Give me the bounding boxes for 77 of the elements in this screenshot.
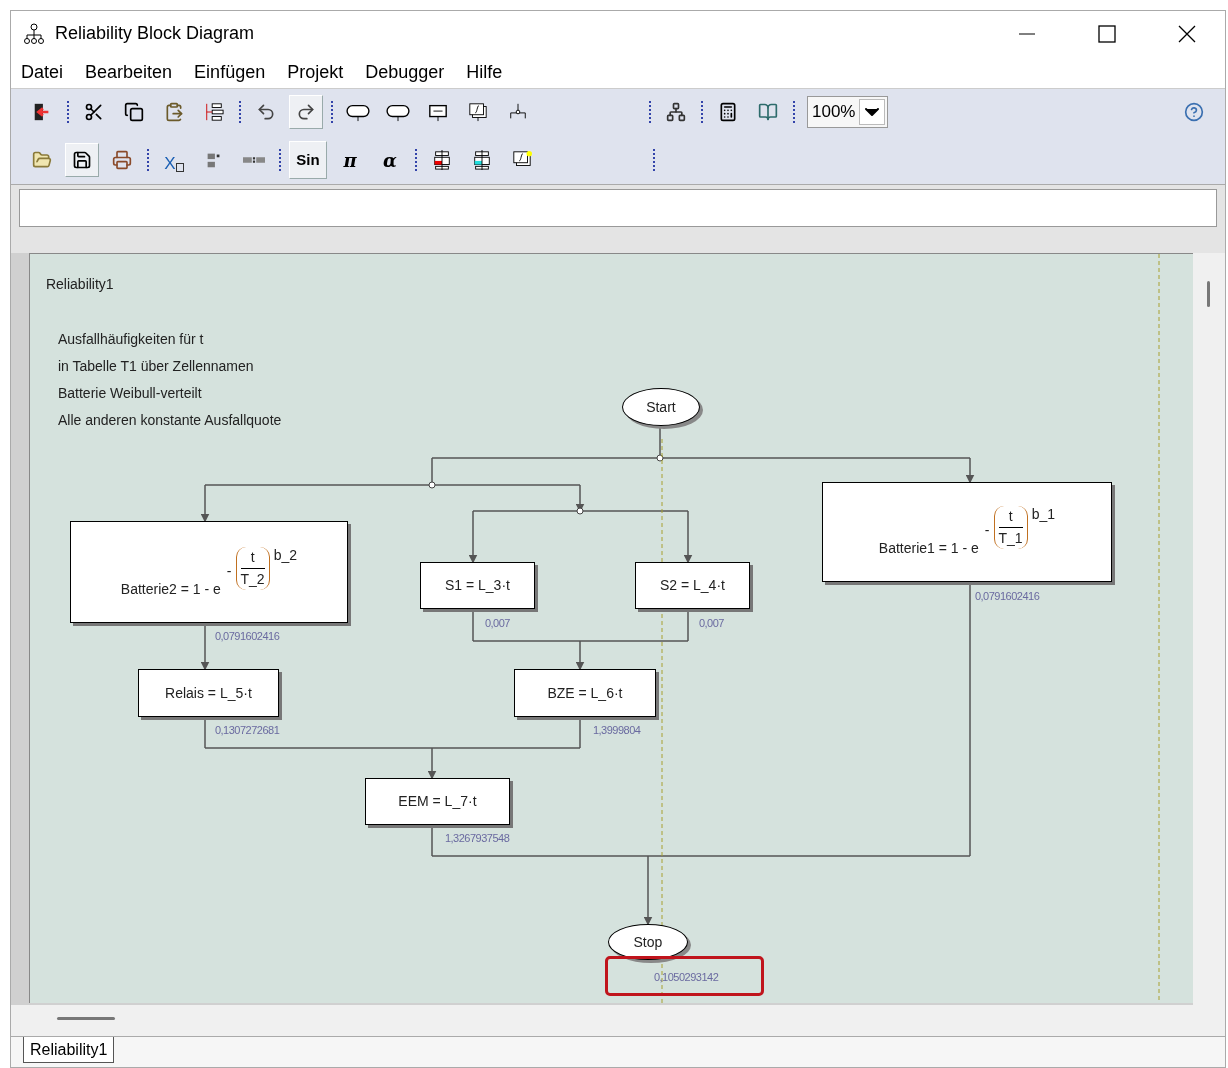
toolbar-button[interactable] [65,143,99,177]
note-text: Alle anderen konstante Ausfallquote [57,411,282,430]
fraction-numerator: t [240,547,265,569]
result-value: 0,1307272681 [214,723,280,738]
help-icon [1184,102,1204,122]
formula-node[interactable]: Batterie1 = 1 - e - t T_1 b_1 [821,482,1112,582]
exponent-text: b_2 [273,546,297,565]
note-text: Ausfallhäufigkeiten für t [57,330,205,349]
menu-item[interactable]: Einfügen [194,58,266,86]
calculator-icon [718,102,738,122]
zoom-value: 100% [811,101,857,124]
exponent-text: b_1 [1031,505,1055,524]
scrollbar-thumb[interactable] [1207,281,1211,307]
symbol-button[interactable]: π [333,143,367,177]
close-icon[interactable] [1177,23,1197,44]
paste-icon [164,102,184,122]
assignment-block-icon [428,102,448,122]
save-icon [72,150,92,170]
block-icon [472,150,492,170]
exponent-sign: - [984,521,990,540]
function-block-icon [468,102,488,122]
outline-icon [204,102,224,122]
flowchart-icon [666,102,686,122]
sin-button[interactable]: Sin [289,141,327,179]
stop-block-icon [385,102,411,122]
printer-icon [112,150,132,170]
terminal-node[interactable]: Start [621,388,700,426]
formula-node[interactable]: Batterie2 = 1 - e - t T_2 b_2 [69,521,348,623]
align-icon [243,157,265,163]
fraction-denominator: T_2 [240,570,265,589]
diagram-title: Reliability1 [45,275,114,294]
menu-item[interactable]: Debugger [365,58,445,86]
menu-item[interactable]: Datei [21,58,64,86]
block-node[interactable]: EEM = L_7·t [364,778,510,825]
start-block-icon [345,102,371,122]
exponent-sign: - [226,562,232,581]
formula-text: Batterie1 = 1 - e [878,539,979,558]
formula-text: Batterie2 = 1 - e [120,580,221,599]
scissors-icon [84,102,104,122]
junction-dot [656,454,664,462]
block-node[interactable]: Relais = L_5·t [137,669,279,717]
book-icon [758,102,778,122]
formula-input[interactable] [19,189,1217,227]
note-text: in Tabelle T1 über Zellennamen [57,357,255,376]
result-value: 0,007 [698,616,724,631]
result-value: 0,1050293142 [653,970,719,985]
junction-dot [576,507,584,515]
block-node[interactable]: S2 = L_4·t [634,562,750,609]
dropdown-icon [859,99,886,125]
fraction-numerator: t [998,506,1023,528]
junction-dot [428,481,436,489]
scrollbar-thumb[interactable] [57,1017,115,1020]
maximize-icon[interactable] [1097,23,1117,44]
block-icon [432,150,452,170]
redo-icon [296,102,316,122]
block-node[interactable]: BZE = L_6·t [513,669,656,717]
result-value: 1,3999804 [592,723,641,738]
window-title: Reliability Block Diagram [55,22,255,45]
result-value: 0,007 [484,616,510,631]
folder-icon [32,150,52,170]
sheet-tab[interactable]: Reliability1 [23,1037,115,1063]
undo-icon [256,102,276,122]
app-icon [23,22,45,45]
copy-icon [124,102,144,122]
toolbar-button[interactable] [289,95,323,129]
result-value: 1,3267937548 [444,831,510,846]
menu-item[interactable]: Bearbeiten [85,58,173,86]
note-text: Batterie Weibull-verteilt [57,384,203,403]
result-value: 0,0791602416 [214,629,280,644]
fraction-denominator: T_1 [998,529,1023,548]
symbol-button[interactable]: α [373,143,407,177]
menu-item[interactable]: Hilfe [466,58,503,86]
block-node[interactable]: S1 = L_3·t [419,562,535,609]
subscript-button[interactable]: X [157,143,191,177]
menu-item[interactable]: Projekt [287,58,344,86]
result-value: 0,0791602416 [974,589,1040,604]
zoom-dropdown[interactable]: 100% [807,96,889,128]
